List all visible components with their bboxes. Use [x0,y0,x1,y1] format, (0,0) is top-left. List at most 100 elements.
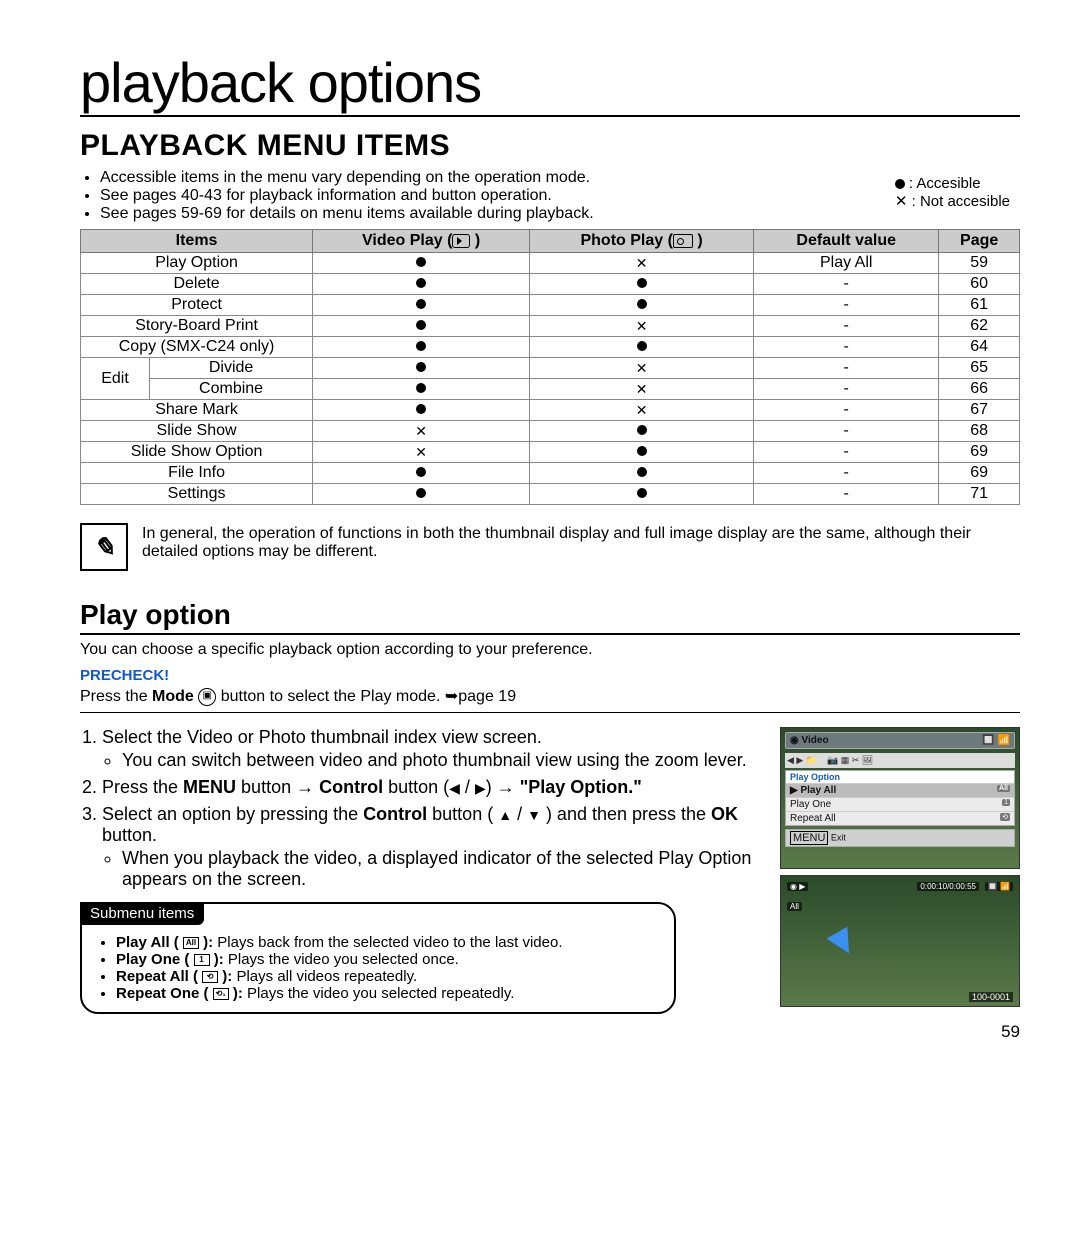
cell-item: Combine [150,379,313,400]
play-indicator-icon: ◉ ▶ [787,882,808,891]
cell-item: Story-Board Print [81,316,313,337]
th-items: Items [81,230,313,253]
dot-icon [637,467,647,477]
shot-title: ◉ Video🔲 📶 [785,732,1015,749]
dot-icon [416,467,426,477]
intro-item: See pages 59-69 for details on menu item… [100,205,1020,223]
cell-item: Play Option [81,253,313,274]
dot-icon [416,257,426,267]
dot-icon [416,278,426,288]
cell-item: Slide Show [81,421,313,442]
dot-icon [637,446,647,456]
th-video: Video Play ( ) [313,230,530,253]
cell-default: - [754,463,939,484]
cross-icon: ✕ [530,253,754,274]
intro-item: Accessible items in the menu vary depend… [100,169,1020,187]
screenshot-menu: ◉ Video🔲 📶 ◀ ▶ 📁 📷 ▦ ✂ 🖼 Play Option ▶ P… [780,727,1020,869]
cell-page: 71 [939,484,1020,505]
cell-page: 61 [939,295,1020,316]
submenu-item: Repeat One ( ⟲₁ ): Plays the video you s… [116,985,658,1002]
cross-icon: ✕ [530,358,754,379]
cell-page: 64 [939,337,1020,358]
play-option-heading: Play option [80,599,1020,635]
shot-menu-panel: Play Option ▶ Play AllAll Play One1 Repe… [785,770,1015,826]
play-one-icon: 1 [194,954,210,966]
video-icon [452,234,470,248]
mode-button-icon: ▣ [198,688,216,706]
step-1: Select the Video or Photo thumbnail inde… [102,727,772,771]
cell-default: - [754,358,939,379]
play-mode-badge: All [787,902,802,911]
dot-icon [637,341,647,351]
cell-default: - [754,379,939,400]
cell-default: - [754,484,939,505]
cross-icon: ✕ [530,379,754,400]
dot-icon [416,362,426,372]
cell-page: 65 [939,358,1020,379]
cell-edit: Edit [81,358,150,400]
cell-item: Slide Show Option [81,442,313,463]
play-option-desc: You can choose a specific playback optio… [80,641,1020,659]
cell-default: - [754,295,939,316]
cell-page: 59 [939,253,1020,274]
cross-icon: ✕ [313,421,530,442]
submenu-item: Play One ( 1 ): Plays the video you sele… [116,951,658,968]
note-icon: ✎ [80,523,128,571]
cell-default: Play All [754,253,939,274]
battery-icon: 🔲 📶 [985,882,1013,891]
cell-item: Delete [81,274,313,295]
cell-item: Copy (SMX-C24 only) [81,337,313,358]
intro-item: See pages 40-43 for playback information… [100,187,1020,205]
cursor-icon [827,927,860,960]
mode-instruction: Press the Mode ▣ button to select the Pl… [80,686,1020,713]
legend: : Accesible ✕ : Not accesible [895,175,1010,210]
repeat-all-icon: ⟲ [202,971,218,983]
step-3-sub: When you playback the video, a displayed… [122,848,772,890]
cell-item: Divide [150,358,313,379]
cell-default: - [754,316,939,337]
cell-page: 69 [939,463,1020,484]
dot-icon [637,488,647,498]
th-default: Default value [754,230,939,253]
cell-page: 60 [939,274,1020,295]
shot-menu-option-selected: ▶ Play AllAll [786,783,1014,797]
dot-icon [416,404,426,414]
cell-item: Share Mark [81,400,313,421]
cell-default: - [754,400,939,421]
cell-default: - [754,274,939,295]
menu-table: Items Video Play ( ) Photo Play ( ) Defa… [80,229,1020,505]
step-2: Press the MENU button → Control button (… [102,777,772,798]
screenshot-playback: ◉ ▶ 0:00:10/0:00:55 🔲 📶 All 100-0001 [780,875,1020,1007]
cell-page: 66 [939,379,1020,400]
photo-icon [673,234,693,248]
th-photo: Photo Play ( ) [530,230,754,253]
dot-icon [637,299,647,309]
dot-icon [416,488,426,498]
page-title: playback options [80,50,1020,117]
cell-page: 67 [939,400,1020,421]
left-arrow-icon: ◀ [449,780,460,796]
submenu-tag: Submenu items [80,902,204,925]
cell-item: File Info [81,463,313,484]
file-number: 100-0001 [969,992,1013,1002]
intro-list: Accessible items in the menu vary depend… [80,169,1020,223]
note-text: In general, the operation of functions i… [142,523,1020,571]
dot-icon [416,299,426,309]
right-arrow-icon: ▶ [475,780,486,796]
shot-menu-option: Play One1 [786,797,1014,811]
cross-icon: ✕ [313,442,530,463]
timestamp: 0:00:10/0:00:55 [917,882,979,891]
cell-page: 69 [939,442,1020,463]
dot-icon [416,383,426,393]
cell-default: - [754,337,939,358]
down-arrow-icon: ▼ [527,807,541,823]
precheck-label: PRECHECK! [80,667,1020,684]
th-page: Page [939,230,1020,253]
dot-icon [416,320,426,330]
step-3: Select an option by pressing the Control… [102,804,772,890]
submenu-box: Submenu items Play All ( All ): Plays ba… [80,902,676,1014]
play-all-icon: All [183,937,199,949]
cell-page: 62 [939,316,1020,337]
cross-icon: ✕ [530,400,754,421]
shot-exit-bar: MENU MENU ExitExit [785,829,1015,847]
